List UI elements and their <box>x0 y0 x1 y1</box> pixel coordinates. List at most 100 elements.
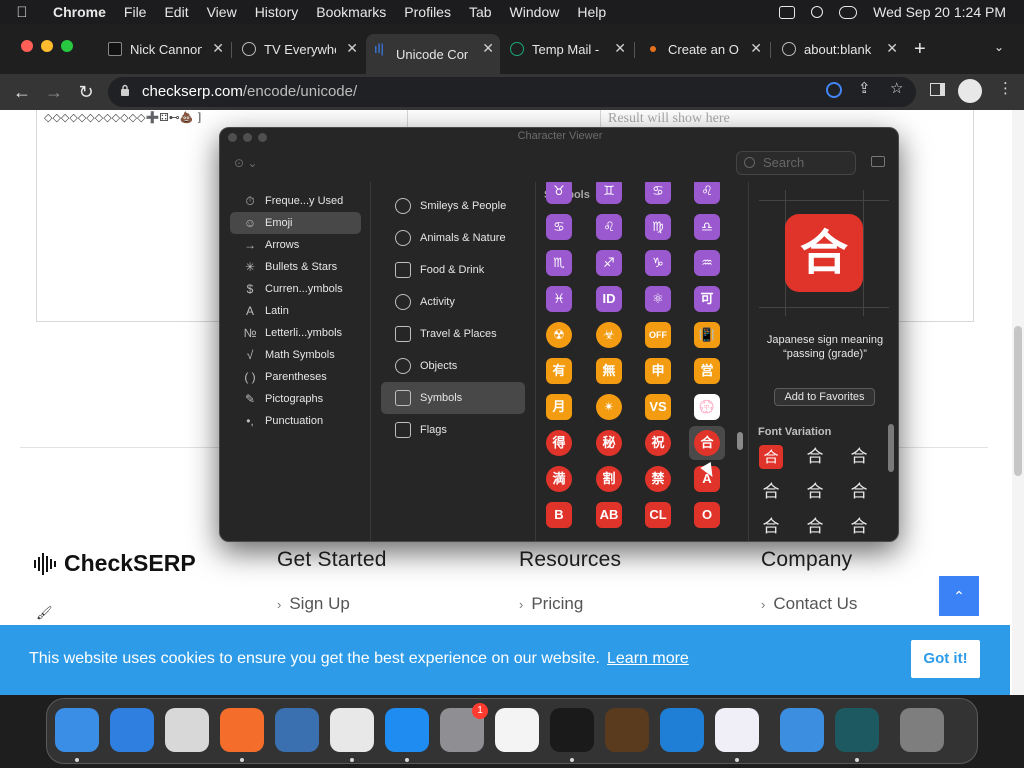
font-variation-cell[interactable]: 合 <box>803 445 827 469</box>
emoji-cell[interactable]: ♋ <box>645 182 671 204</box>
font-variation-cell[interactable]: 合 <box>847 445 871 469</box>
cv-subcategory-item[interactable]: Travel & Places <box>381 318 525 350</box>
tab-create-account[interactable]: Create an O ✕ <box>638 34 768 64</box>
emoji-cell[interactable]: 禁 <box>645 466 671 492</box>
emoji-cell[interactable]: 得 <box>546 430 572 456</box>
emoji-cell[interactable]: ♌ <box>596 214 622 240</box>
emoji-cell[interactable]: O <box>694 502 720 528</box>
footer-link-pricing[interactable]: › Pricing <box>519 594 621 614</box>
textedit-icon[interactable] <box>495 708 539 752</box>
add-to-favorites-button[interactable]: Add to Favorites <box>774 388 875 406</box>
cv-subcategory-item[interactable]: Animals & Nature <box>381 222 525 254</box>
cv-subcategory-item[interactable]: Food & Drink <box>381 254 525 286</box>
cv-subcategory-item[interactable]: Flags <box>381 414 525 446</box>
emoji-cell[interactable]: 有 <box>546 358 572 384</box>
finder-icon[interactable] <box>55 708 99 752</box>
emoji-cell[interactable]: 割 <box>596 466 622 492</box>
address-bar[interactable]: checkserp.com/encode/unicode/ <box>108 77 916 107</box>
got-it-button[interactable]: Got it! <box>911 640 980 678</box>
learn-more-link[interactable]: Learn more <box>607 650 689 668</box>
menu-file[interactable]: File <box>115 4 156 20</box>
cv-category-item[interactable]: √ Math Symbols <box>230 344 361 366</box>
font-variation-cell[interactable]: 合 <box>803 480 827 504</box>
share-icon[interactable]: ⇪ <box>858 79 871 103</box>
menubar-clock[interactable]: Wed Sep 20 1:24 PM <box>873 4 1006 20</box>
emoji-cell[interactable]: ✴ <box>596 394 622 420</box>
forward-button[interactable]: → <box>42 80 66 104</box>
emoji-cell[interactable]: ☣ <box>596 322 622 348</box>
cv-category-item[interactable]: ✳ Bullets & Stars <box>230 256 361 278</box>
font-variation-cell[interactable]: 合 <box>759 480 783 504</box>
emoji-cell[interactable]: ♊ <box>596 182 622 204</box>
window-close-button[interactable] <box>21 40 33 52</box>
emoji-cell[interactable]: OFF <box>645 322 671 348</box>
emoji-cell[interactable]: 📳 <box>694 322 720 348</box>
cv-category-item[interactable]: № Letterli...ymbols <box>230 322 361 344</box>
cv-subcategory-item[interactable]: Objects <box>381 350 525 382</box>
emoji-cell[interactable]: ♓ <box>546 286 572 312</box>
emoji-cell[interactable]: ♋ <box>546 214 572 240</box>
screen-mirroring-icon[interactable] <box>779 5 796 19</box>
tab-close-icon[interactable]: ✕ <box>482 40 494 57</box>
control-center-icon[interactable] <box>839 5 858 19</box>
garageband-icon[interactable] <box>605 708 649 752</box>
cv-subcategory-item[interactable]: Smileys & People <box>381 190 525 222</box>
vscode-icon[interactable] <box>660 708 704 752</box>
cv-category-item[interactable]: ⏱ Freque...y Used <box>230 190 361 212</box>
chrome-menu-icon[interactable]: ⋮ <box>998 79 1013 103</box>
tab-search-chevron-icon[interactable]: ⌄ <box>994 40 1004 54</box>
tab-tv-everywhere[interactable]: TV Everywhere ✕ <box>234 34 364 64</box>
menu-bookmarks[interactable]: Bookmarks <box>307 4 395 20</box>
tab-unicode-converter[interactable]: ıl| Unicode Con ✕ <box>366 34 500 74</box>
cv-search-field[interactable]: Search <box>736 151 856 175</box>
cv-category-item[interactable]: ☺ Emoji <box>230 212 361 234</box>
menu-view[interactable]: View <box>198 4 246 20</box>
emoji-cell[interactable]: ID <box>596 286 622 312</box>
font-variation-cell[interactable]: 合 <box>759 445 783 469</box>
emoji-cell[interactable]: 可 <box>694 286 720 312</box>
emoji-cell[interactable]: ♉ <box>546 182 572 204</box>
emoji-cell[interactable]: 満 <box>546 466 572 492</box>
page-scrollbar[interactable] <box>1012 110 1024 695</box>
footer-link-sign-up[interactable]: › Sign Up <box>277 594 387 614</box>
emoji-cell[interactable]: ⚛ <box>645 286 671 312</box>
checkserp-logo[interactable]: CheckSERP <box>34 550 196 577</box>
back-button[interactable]: ← <box>10 80 34 104</box>
weather-icon[interactable] <box>780 708 824 752</box>
app-store-icon[interactable] <box>385 708 429 752</box>
tab-close-icon[interactable]: ✕ <box>614 40 626 57</box>
menu-tab[interactable]: Tab <box>460 4 501 20</box>
cv-subcategory-item[interactable]: Activity <box>381 286 525 318</box>
emoji-cell[interactable]: 💮 <box>694 394 720 420</box>
emoji-cell[interactable]: ♏ <box>546 250 572 276</box>
emoji-cell[interactable]: ☢ <box>546 322 572 348</box>
back-to-top-button[interactable]: ⌃ <box>939 576 979 616</box>
menu-history[interactable]: History <box>246 4 308 20</box>
cv-category-item[interactable]: ✎ Pictographs <box>230 388 361 410</box>
tab-close-icon[interactable]: ✕ <box>750 40 762 57</box>
tab-nick-cannon[interactable]: Nick Cannon ✕ <box>100 34 230 64</box>
remote-desktop-icon[interactable] <box>275 708 319 752</box>
tab-temp-mail[interactable]: Temp Mail - ✕ <box>502 34 632 64</box>
emoji-cell[interactable]: 祝 <box>645 430 671 456</box>
window-zoom-button[interactable] <box>61 40 73 52</box>
cv-grid-scrollbar[interactable] <box>733 182 747 541</box>
tab-close-icon[interactable]: ✕ <box>886 40 898 57</box>
emoji-cell[interactable]: ♐ <box>596 250 622 276</box>
reload-button[interactable]: ↻ <box>74 80 98 104</box>
menu-edit[interactable]: Edit <box>155 4 197 20</box>
cv-category-item[interactable]: •, Punctuation <box>230 410 361 432</box>
emoji-cell[interactable]: AB <box>596 502 622 528</box>
menu-profiles[interactable]: Profiles <box>395 4 460 20</box>
emoji-cell[interactable]: 合 <box>694 430 720 456</box>
font-variation-cell[interactable]: 合 <box>847 480 871 504</box>
footer-link-contact-us[interactable]: › Contact Us <box>761 594 857 614</box>
emoji-cell[interactable]: 申 <box>645 358 671 384</box>
cv-subcategory-item[interactable]: Symbols <box>381 382 525 414</box>
apple-menu-icon[interactable]:  <box>0 4 44 21</box>
cv-category-item[interactable]: A Latin <box>230 300 361 322</box>
font-variation-cell[interactable]: 合 <box>803 515 827 539</box>
emoji-cell[interactable]: ♌ <box>694 182 720 204</box>
menu-app-name[interactable]: Chrome <box>44 4 115 20</box>
tab-about-blank[interactable]: about:blank ✕ <box>774 34 904 64</box>
